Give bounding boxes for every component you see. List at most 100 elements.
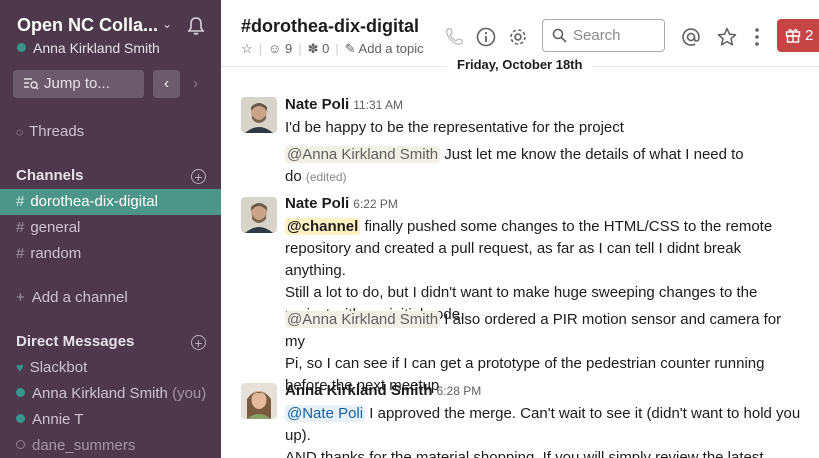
star-outline-icon[interactable]: ☆: [241, 41, 253, 56]
sidebar-item-anna-kirkland-smith[interactable]: Anna Kirkland Smith (you): [0, 381, 221, 407]
text-line: I approved the merge. Can't wait to see …: [365, 405, 801, 422]
search-input[interactable]: Search: [542, 19, 665, 52]
bell-icon[interactable]: [185, 15, 207, 37]
jump-to-button[interactable]: Jump to...: [13, 70, 144, 98]
channel-label: dorothea-dix-digital: [30, 193, 158, 210]
pinned-count[interactable]: 0: [322, 41, 329, 56]
channel-mention[interactable]: @channel: [285, 218, 361, 235]
dm-label: Annie T: [32, 411, 84, 428]
avatar[interactable]: [241, 97, 277, 133]
presence-active-icon: [17, 43, 26, 52]
threads-label: Threads: [29, 123, 85, 140]
chevron-left-icon: ‹: [164, 75, 169, 92]
more-icon[interactable]: [746, 26, 768, 48]
channel-meta: ☆ | ☺ 9 | ✽ 0 | ✎ Add a topic: [241, 41, 424, 56]
presence-active-icon: [16, 414, 25, 423]
dm-label: Anna Kirkland Smith: [32, 385, 168, 402]
user-mention[interactable]: @Anna Kirkland Smith: [285, 311, 441, 328]
text-line: finally pushed some changes to the HTML/…: [360, 218, 773, 235]
chevron-down-icon[interactable]: ⌄: [162, 17, 172, 31]
text-line: do: [285, 168, 302, 185]
pin-icon[interactable]: ✽: [308, 41, 319, 56]
add-channel-label: Add a channel: [31, 289, 128, 306]
message-text: I'd be happy to be the representative fo…: [285, 119, 624, 136]
dm-label: Slackbot: [29, 359, 88, 376]
jump-to-label: Jump to...: [44, 75, 110, 92]
member-count[interactable]: 9: [285, 41, 292, 56]
message-time[interactable]: 6:22 PM: [353, 197, 398, 211]
edited-label: (edited): [305, 170, 347, 184]
message-time[interactable]: 11:31 AM: [353, 98, 403, 112]
search-icon: [552, 28, 567, 43]
sidebar-item-dorothea-dix-digital[interactable]: # dorothea-dix-digital: [0, 189, 221, 215]
hash-icon: #: [16, 193, 25, 210]
text-line: Pi, so I can see if I can get a prototyp…: [285, 355, 765, 372]
sidebar-item-annie-t[interactable]: Annie T: [0, 407, 221, 433]
star-icon[interactable]: [716, 26, 738, 48]
current-user[interactable]: Anna Kirkland Smith: [17, 40, 160, 56]
presence-away-icon: [16, 440, 25, 449]
threads-icon: ◌: [16, 125, 24, 139]
add-topic-link[interactable]: Add a topic: [359, 41, 424, 56]
current-user-name: Anna Kirkland Smith: [33, 40, 160, 56]
gear-icon[interactable]: [507, 26, 529, 48]
text-line: repository and created a pull request, a…: [285, 240, 742, 279]
back-button[interactable]: ‹: [153, 70, 180, 98]
hash-icon: #: [16, 245, 25, 262]
message-author[interactable]: Nate Poli 6:22 PM: [285, 195, 398, 212]
pencil-icon: ✎: [344, 41, 356, 56]
avatar-nate-poli: [241, 197, 277, 233]
channels-header[interactable]: Channels: [16, 167, 84, 184]
text-line: AND thanks for the material shopping. If…: [285, 449, 764, 458]
you-suffix: (you): [172, 385, 207, 402]
jump-icon: [24, 78, 39, 90]
avatar[interactable]: [241, 197, 277, 233]
author-name[interactable]: Anna Kirkland Smith: [285, 382, 433, 399]
hash-icon: #: [16, 219, 25, 236]
sidebar: Open NC Colla... ⌄ Anna Kirkland Smith J…: [0, 0, 221, 458]
chevron-right-icon: ›: [193, 75, 198, 92]
text-line: up).: [285, 427, 311, 444]
message-author[interactable]: Anna Kirkland Smith 6:28 PM: [285, 382, 481, 399]
avatar-nate-poli: [241, 97, 277, 133]
gift-button[interactable]: 2: [777, 19, 819, 52]
message-list: Nate Poli 11:31 AM I'd be happy to be the…: [221, 67, 819, 458]
text-line: Still a lot to do, but I didn't want to …: [285, 284, 758, 301]
avatar[interactable]: [241, 383, 277, 419]
member-icon[interactable]: ☺: [268, 41, 281, 56]
direct-messages-header[interactable]: Direct Messages: [16, 333, 134, 350]
author-name[interactable]: Nate Poli: [285, 195, 349, 212]
plus-icon: +: [16, 289, 25, 306]
author-name[interactable]: Nate Poli: [285, 96, 349, 113]
sidebar-item-general[interactable]: # general: [0, 215, 221, 241]
channel-label: random: [30, 245, 82, 262]
sidebar-item-slackbot[interactable]: ♥ Slackbot: [0, 355, 221, 381]
dm-label: dane_summers: [32, 437, 136, 454]
message-text: @Anna Kirkland Smith Just let me know th…: [285, 144, 805, 188]
presence-active-icon: [16, 388, 25, 397]
channel-title[interactable]: #dorothea-dix-digital: [241, 16, 419, 37]
user-mention[interactable]: @Anna Kirkland Smith: [285, 146, 441, 163]
gift-count: 2: [805, 27, 814, 44]
message-text: @Nate Poli I approved the merge. Can't w…: [285, 403, 805, 458]
mentions-icon[interactable]: [680, 26, 702, 48]
info-icon[interactable]: [475, 26, 497, 48]
message-author[interactable]: Nate Poli 11:31 AM: [285, 96, 403, 113]
workspace-name[interactable]: Open NC Colla...: [17, 15, 158, 36]
avatar-anna-kirkland-smith: [241, 383, 277, 419]
forward-button[interactable]: ›: [182, 70, 209, 98]
threads-link[interactable]: ◌ Threads: [0, 119, 221, 145]
add-channel-plus-icon[interactable]: +: [191, 169, 206, 184]
sidebar-item-random[interactable]: # random: [0, 241, 221, 267]
text-line: Just let me know the details of what I n…: [440, 146, 744, 163]
search-placeholder: Search: [573, 27, 621, 44]
add-dm-plus-icon[interactable]: +: [191, 335, 206, 350]
phone-icon[interactable]: [443, 26, 465, 48]
add-channel-button[interactable]: + Add a channel: [0, 285, 221, 311]
heart-icon: ♥: [16, 360, 24, 375]
channel-label: general: [30, 219, 81, 236]
message-time[interactable]: 6:28 PM: [437, 384, 482, 398]
user-mention[interactable]: @Nate Poli: [285, 405, 366, 422]
sidebar-item-dane-summers[interactable]: dane_summers: [0, 433, 221, 458]
gift-icon: [785, 28, 801, 43]
